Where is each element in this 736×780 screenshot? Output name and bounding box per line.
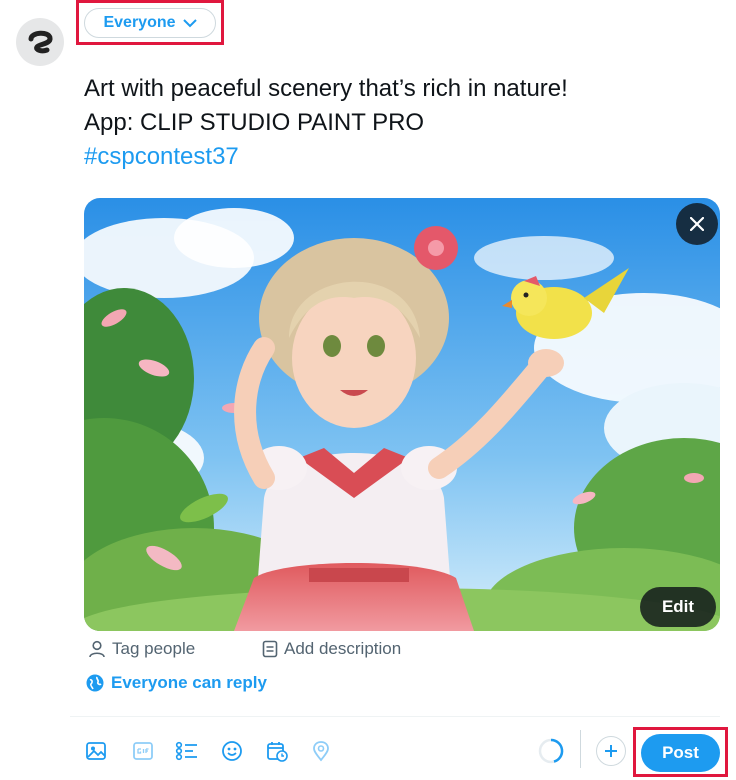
progress-ring-icon	[538, 738, 564, 764]
tag-people-button[interactable]: Tag people	[88, 639, 195, 659]
artwork-image	[84, 198, 720, 631]
add-gif-button[interactable]	[130, 738, 156, 764]
avatar[interactable]	[16, 18, 64, 66]
audience-selector[interactable]: Everyone	[84, 8, 216, 38]
add-description-label: Add description	[284, 639, 402, 658]
gif-icon	[133, 742, 153, 760]
toolbar-separator	[580, 730, 581, 768]
post-button[interactable]: Post	[641, 734, 720, 772]
description-icon	[262, 640, 278, 658]
tweet-text-area[interactable]: Art with peaceful scenery that’s rich in…	[84, 72, 568, 174]
globe-icon	[86, 674, 104, 692]
add-media-button[interactable]	[83, 738, 109, 764]
add-emoji-button[interactable]	[219, 738, 245, 764]
person-icon	[89, 640, 105, 658]
divider	[70, 716, 720, 717]
hashtag[interactable]: #cspcontest37	[84, 140, 568, 174]
edit-media-button[interactable]: Edit	[640, 587, 716, 627]
schedule-post-button[interactable]	[264, 738, 290, 764]
close-icon	[690, 217, 704, 231]
add-poll-button[interactable]	[174, 738, 200, 764]
post-button-label: Post	[662, 743, 699, 762]
image-icon	[86, 742, 106, 760]
chevron-down-icon	[182, 18, 197, 27]
location-icon	[313, 741, 329, 762]
media-attachment	[84, 198, 720, 631]
reply-setting-button[interactable]: Everyone can reply	[86, 673, 267, 693]
character-counter	[537, 737, 565, 765]
tweet-text-line-2: App: CLIP STUDIO PAINT PRO	[84, 109, 425, 136]
add-description-button[interactable]: Add description	[262, 639, 401, 659]
poll-icon	[175, 741, 197, 761]
plus-icon	[605, 745, 617, 757]
clip-studio-logo-icon	[28, 30, 53, 54]
reply-setting-label: Everyone can reply	[111, 673, 267, 692]
add-thread-button[interactable]	[596, 736, 626, 766]
tag-people-label: Tag people	[112, 639, 196, 658]
remove-media-button[interactable]	[676, 203, 718, 245]
add-location-button[interactable]	[308, 738, 334, 764]
emoji-icon	[222, 741, 242, 761]
tweet-text-line-1: Art with peaceful scenery that’s rich in…	[84, 75, 568, 102]
schedule-icon	[267, 742, 288, 762]
edit-media-label: Edit	[661, 597, 695, 616]
audience-label: Everyone	[103, 14, 176, 31]
